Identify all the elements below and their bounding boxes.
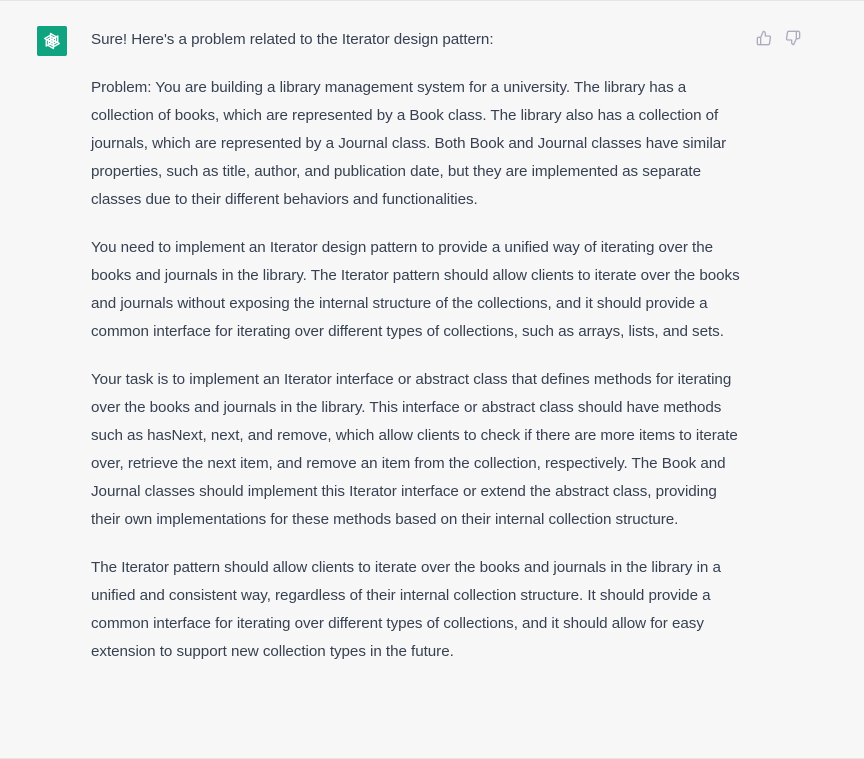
message-content: Sure! Here's a problem related to the It… xyxy=(91,26,741,686)
feedback-controls xyxy=(755,29,801,46)
assistant-avatar xyxy=(37,26,67,56)
message-paragraph: The Iterator pattern should allow client… xyxy=(91,559,721,660)
message-paragraph: Your task is to implement an Iterator in… xyxy=(91,371,738,528)
message-intro: Sure! Here's a problem related to the It… xyxy=(91,31,494,48)
thumbs-up-button[interactable] xyxy=(755,29,772,46)
thumbs-up-icon xyxy=(756,30,771,45)
thumbs-down-button[interactable] xyxy=(784,29,801,46)
openai-logo-icon xyxy=(44,32,60,50)
assistant-message: Sure! Here's a problem related to the It… xyxy=(0,0,864,759)
message-paragraph: Problem: You are building a library mana… xyxy=(91,79,727,208)
thumbs-down-icon xyxy=(785,30,800,45)
message-paragraph: You need to implement an Iterator design… xyxy=(91,239,740,340)
